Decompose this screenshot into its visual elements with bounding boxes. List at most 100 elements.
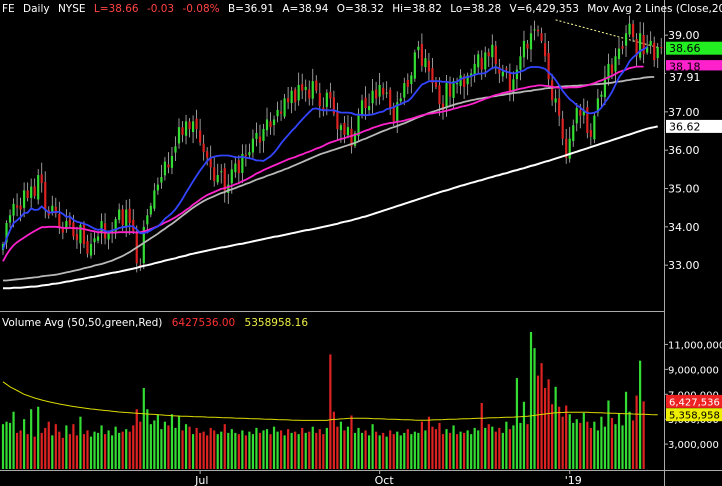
candle-body: [199, 130, 202, 143]
candle-body: [220, 171, 223, 173]
candle-body: [389, 89, 392, 108]
candle-body: [188, 121, 191, 130]
volume-bar: [195, 427, 198, 469]
volume-bar: [283, 435, 286, 469]
volume-bar: [448, 432, 452, 469]
volume-bar: [389, 430, 392, 469]
candle-body: [206, 151, 209, 158]
volume-bar: [237, 434, 240, 469]
volume-bar: [8, 422, 12, 469]
volume-bar: [167, 425, 170, 469]
candle-body: [213, 167, 216, 181]
volume-bar: [72, 424, 75, 469]
volume-bar: [642, 401, 645, 469]
volume-bar: [125, 429, 128, 469]
tag-label: 5,358,958: [669, 411, 720, 422]
candle-body: [304, 86, 307, 90]
volume-bar: [417, 432, 420, 469]
header-ask: A=38.94: [282, 3, 328, 15]
candle-body: [244, 154, 247, 156]
volume-bar: [628, 411, 631, 469]
volume-bar: [329, 354, 332, 469]
candle-body: [529, 33, 533, 50]
volume-bar: [107, 430, 110, 469]
stock-chart-canvas[interactable]: 39.0038.0037.0036.0035.0034.0033.00 11,0…: [0, 0, 722, 486]
candle-body: [617, 48, 621, 59]
candle-body: [367, 106, 371, 111]
candle-body: [230, 169, 233, 184]
volume-bar: [614, 424, 617, 469]
volume-bar: [322, 434, 325, 469]
volume-bar: [114, 426, 117, 469]
candle-body: [276, 109, 279, 117]
volume-bar: [477, 430, 480, 469]
volume-bar: [455, 434, 459, 469]
candle-body: [297, 85, 300, 101]
candle-body: [494, 45, 497, 64]
candle-body: [121, 209, 124, 225]
volume-bar: [1, 424, 5, 469]
candle-body: [61, 228, 64, 233]
volume-bar: [163, 421, 167, 469]
volume-bar: [343, 430, 346, 469]
volume-bar: [15, 432, 19, 469]
volume-last-tag: 6,427,536: [666, 394, 722, 408]
candle-body: [72, 222, 75, 237]
candle-body: [424, 58, 427, 68]
volume-bar: [473, 427, 476, 469]
volume-bar: [575, 419, 578, 469]
volume-bar: [156, 414, 159, 469]
volume-bar: [413, 431, 416, 469]
candle-body: [202, 143, 205, 153]
candle-body: [413, 52, 416, 79]
candle-body: [385, 92, 388, 94]
candle-body: [480, 57, 483, 70]
candle-body: [660, 46, 663, 49]
candle-body: [631, 23, 635, 38]
header-symbol: FE: [2, 3, 15, 15]
volume-bar: [392, 434, 395, 469]
candle-body: [346, 127, 350, 136]
volume-bar: [452, 425, 455, 469]
candle-body: [89, 244, 93, 256]
candle-body: [195, 118, 198, 130]
volume-bar: [40, 432, 43, 469]
volume-bar: [188, 426, 191, 469]
volume-bar: [149, 424, 152, 469]
volume-bar: [420, 421, 423, 469]
volume-bar: [111, 435, 114, 469]
candle-body: [311, 81, 314, 99]
candle-body: [58, 213, 61, 227]
candle-body: [364, 97, 367, 108]
candle-body: [522, 40, 526, 58]
volume-bar: [382, 432, 385, 469]
ma200-value-tag: 36.62: [666, 119, 722, 133]
candle-body: [294, 89, 297, 103]
price-tick-label: 36.00: [668, 144, 700, 157]
candle-body: [336, 111, 339, 130]
volume-bar: [184, 424, 188, 469]
header-study: Mov Avg 2 Lines (Close,20,5: [587, 3, 722, 15]
volume-bar: [304, 432, 307, 469]
candle-body: [656, 47, 659, 59]
candle-body: [33, 186, 36, 197]
candle-body: [272, 119, 276, 125]
tag-label: 36.62: [669, 120, 701, 133]
volume-bar: [258, 432, 262, 469]
header-high: Hi=38.82: [392, 3, 442, 15]
candle-body: [378, 85, 381, 97]
header-bid: B=36.91: [228, 3, 274, 15]
candle-body: [427, 60, 431, 72]
volume-bar: [466, 430, 469, 469]
candle-up: [593, 111, 596, 144]
candle-body: [501, 71, 504, 77]
candle-up: [142, 220, 145, 270]
volume-bar: [536, 375, 540, 469]
volume-bar: [579, 422, 582, 469]
volume-header-label: Volume Avg (50,50,green,Red): [2, 317, 162, 329]
volume-bar: [617, 412, 621, 469]
header-open: O=38.32: [337, 3, 384, 15]
price-tick-label: 34.00: [668, 221, 700, 234]
candle-body: [181, 127, 184, 135]
volume-tick-label: 11,000,000: [668, 340, 722, 351]
